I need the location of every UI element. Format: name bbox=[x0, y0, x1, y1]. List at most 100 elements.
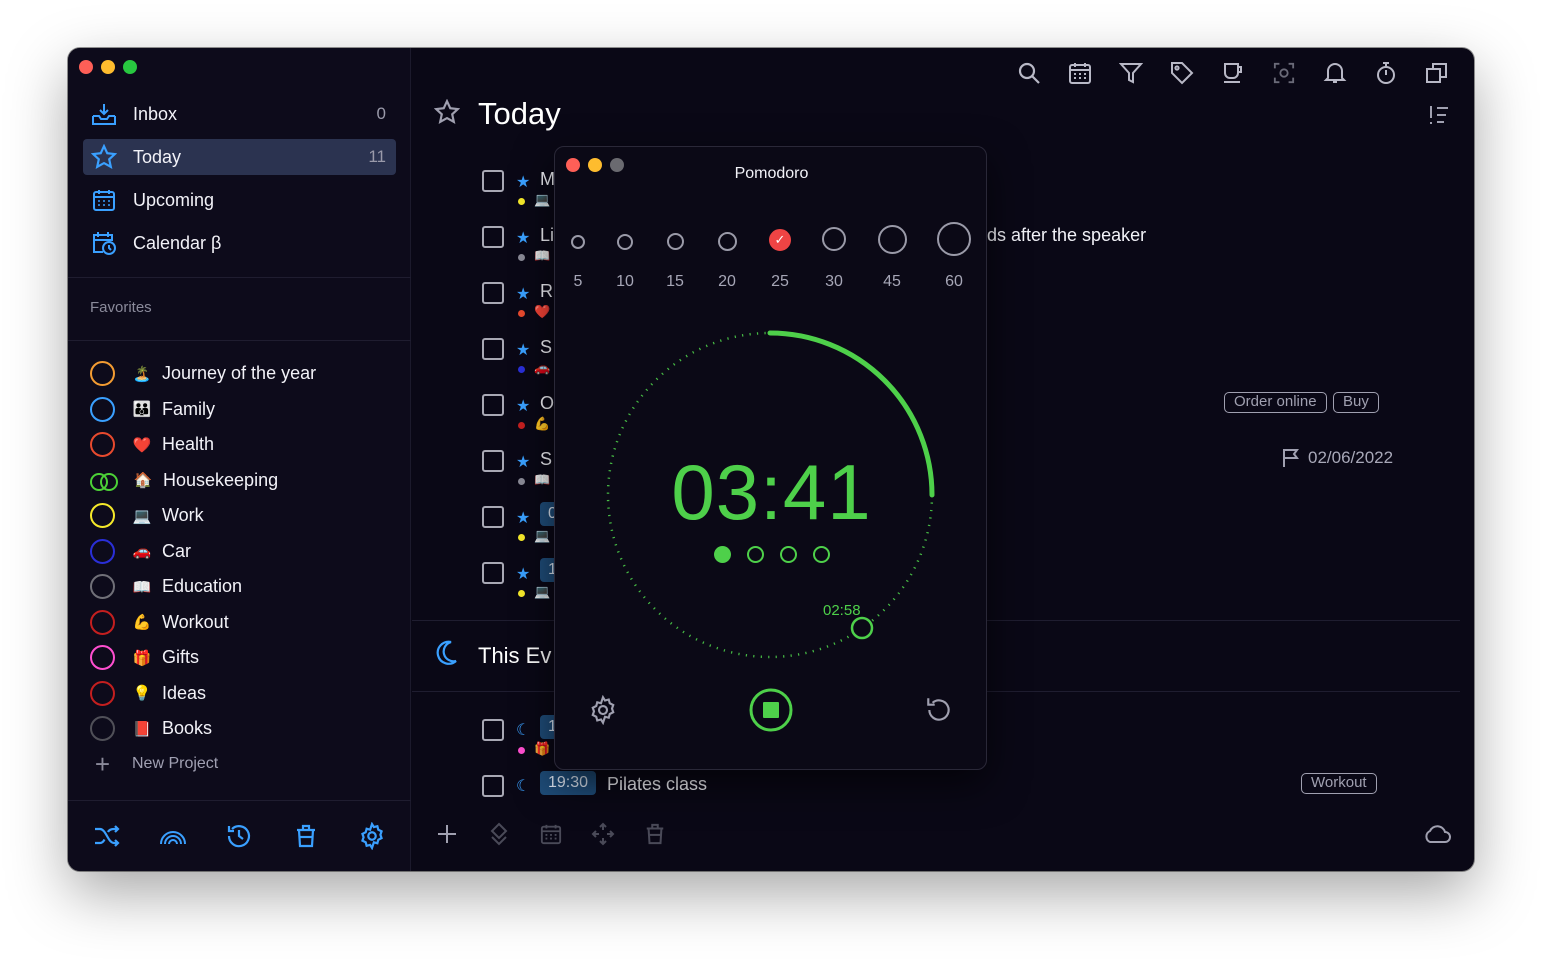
task-checkbox[interactable] bbox=[482, 506, 504, 528]
project-color-ring bbox=[90, 432, 115, 458]
project-dot bbox=[518, 534, 525, 541]
project-name: Work bbox=[162, 505, 204, 526]
duration-circle bbox=[666, 233, 684, 250]
star-icon: ★ bbox=[516, 454, 531, 471]
task-checkbox[interactable] bbox=[482, 226, 504, 248]
project-color-ring bbox=[90, 503, 115, 529]
task-title: R bbox=[540, 281, 553, 301]
calendar-icon[interactable] bbox=[1063, 58, 1097, 88]
session-dot bbox=[813, 546, 830, 563]
red-book-icon: 📕 bbox=[132, 720, 152, 738]
trash-icon[interactable] bbox=[640, 819, 670, 849]
project-name: Journey of the year bbox=[162, 363, 317, 384]
gear-icon[interactable] bbox=[355, 819, 389, 853]
search-icon[interactable] bbox=[1012, 58, 1046, 88]
duration-option-15[interactable]: 15 bbox=[665, 230, 685, 290]
task-checkbox[interactable] bbox=[482, 338, 504, 360]
project-item[interactable]: 💡 Ideas bbox=[90, 676, 390, 712]
duration-option-25[interactable]: ✓ 25 bbox=[768, 228, 792, 290]
project-name: Workout bbox=[162, 611, 229, 632]
minimize-window-button[interactable] bbox=[101, 60, 115, 74]
sidebar-item-calendar[interactable]: Calendar β bbox=[83, 225, 396, 261]
stop-button[interactable] bbox=[749, 688, 793, 732]
history-icon[interactable] bbox=[222, 819, 256, 853]
focus-icon[interactable] bbox=[1267, 58, 1301, 88]
project-name: Education bbox=[162, 576, 243, 597]
project-dot bbox=[518, 747, 525, 754]
calendar-icon[interactable] bbox=[536, 819, 566, 849]
duration-option-60[interactable]: 60 bbox=[937, 222, 971, 290]
duration-label: 30 bbox=[825, 273, 843, 290]
plus-icon[interactable] bbox=[432, 819, 462, 849]
project-item[interactable]: 🎁 Gifts bbox=[90, 640, 390, 676]
page-title: Today bbox=[478, 96, 561, 131]
project-item[interactable]: 📕 Books bbox=[90, 711, 390, 747]
task-checkbox[interactable] bbox=[482, 775, 504, 797]
sidebar-item-today[interactable]: Today 11 bbox=[83, 139, 396, 175]
project-item[interactable]: 🏠 Housekeeping bbox=[90, 463, 390, 499]
rainbow-icon[interactable] bbox=[156, 819, 190, 853]
task-checkbox[interactable] bbox=[482, 719, 504, 741]
duration-option-10[interactable]: 10 bbox=[615, 231, 635, 290]
reset-icon[interactable] bbox=[923, 694, 955, 726]
zoom-window-button[interactable] bbox=[123, 60, 137, 74]
sidebar-item-inbox[interactable]: Inbox 0 bbox=[83, 96, 396, 132]
sort-icon[interactable] bbox=[1428, 104, 1450, 131]
cup-icon[interactable] bbox=[1216, 58, 1250, 88]
duration-option-30[interactable]: 30 bbox=[821, 227, 847, 290]
moon-icon bbox=[434, 640, 458, 671]
task-checkbox[interactable] bbox=[482, 170, 504, 192]
stopwatch-icon[interactable] bbox=[1369, 58, 1403, 88]
project-item[interactable]: 💻 Work bbox=[90, 498, 390, 534]
session-dot bbox=[780, 546, 797, 563]
task-checkbox[interactable] bbox=[482, 394, 504, 416]
tag-buy[interactable]: Buy bbox=[1333, 392, 1379, 413]
task-checkbox[interactable] bbox=[482, 562, 504, 584]
project-item[interactable]: 👪 Family bbox=[90, 392, 390, 428]
project-name: Gifts bbox=[162, 647, 200, 668]
tag-order-online[interactable]: Order online bbox=[1224, 392, 1327, 413]
arrows-icon[interactable] bbox=[588, 819, 618, 849]
stop-icon bbox=[749, 688, 793, 732]
window-controls bbox=[79, 60, 137, 74]
duration-option-45[interactable]: 45 bbox=[877, 225, 907, 290]
close-window-button[interactable] bbox=[79, 60, 93, 74]
windows-icon[interactable] bbox=[1420, 58, 1454, 88]
project-dot bbox=[518, 366, 525, 373]
inbox-count: 0 bbox=[376, 104, 386, 123]
project-item[interactable]: 🚗 Car bbox=[90, 534, 390, 570]
project-item[interactable]: 🏝️ Journey of the year bbox=[90, 356, 390, 392]
project-item[interactable]: 📖 Education bbox=[90, 569, 390, 605]
project-color-ring bbox=[90, 468, 118, 493]
sidebar-item-label: Inbox bbox=[133, 103, 178, 124]
sidebar-item-upcoming[interactable]: Upcoming bbox=[83, 182, 396, 218]
new-project-button[interactable]: + New Project bbox=[90, 747, 390, 783]
project-item[interactable]: ❤️ Health bbox=[90, 427, 390, 463]
gear-icon[interactable] bbox=[587, 694, 619, 726]
project-name: Housekeeping bbox=[163, 469, 279, 490]
trash-icon[interactable] bbox=[289, 819, 323, 853]
cloud-icon[interactable] bbox=[1420, 819, 1454, 849]
filter-icon[interactable] bbox=[1114, 58, 1148, 88]
task-title: S bbox=[540, 337, 553, 357]
task-checkbox[interactable] bbox=[482, 282, 504, 304]
tag-icon[interactable] bbox=[1165, 58, 1199, 88]
bell-icon[interactable] bbox=[1318, 58, 1352, 88]
move-icon[interactable] bbox=[484, 819, 514, 849]
task-checkbox[interactable] bbox=[482, 450, 504, 472]
sidebar-item-label: Upcoming bbox=[133, 189, 215, 210]
project-item[interactable]: 💪 Workout bbox=[90, 605, 390, 641]
timer-handle[interactable] bbox=[850, 616, 874, 640]
pomodoro-window: Pomodoro 5 10 15 20 ✓ 25 30 45 60 03:41 0… bbox=[554, 146, 987, 770]
today-count: 11 bbox=[368, 147, 386, 166]
tag-workout[interactable]: Workout bbox=[1301, 773, 1377, 794]
duration-label: 10 bbox=[616, 273, 634, 290]
laptop-icon: 💻 bbox=[534, 584, 551, 599]
duration-option-5[interactable]: 5 bbox=[568, 231, 588, 290]
duration-option-20[interactable]: 20 bbox=[715, 229, 739, 290]
inbox-icon bbox=[91, 101, 117, 127]
shuffle-icon[interactable] bbox=[90, 819, 124, 853]
duration-label: 25 bbox=[771, 273, 789, 290]
book-icon: 📖 bbox=[132, 578, 152, 596]
task-title-continued: ds after the speaker bbox=[987, 225, 1147, 245]
